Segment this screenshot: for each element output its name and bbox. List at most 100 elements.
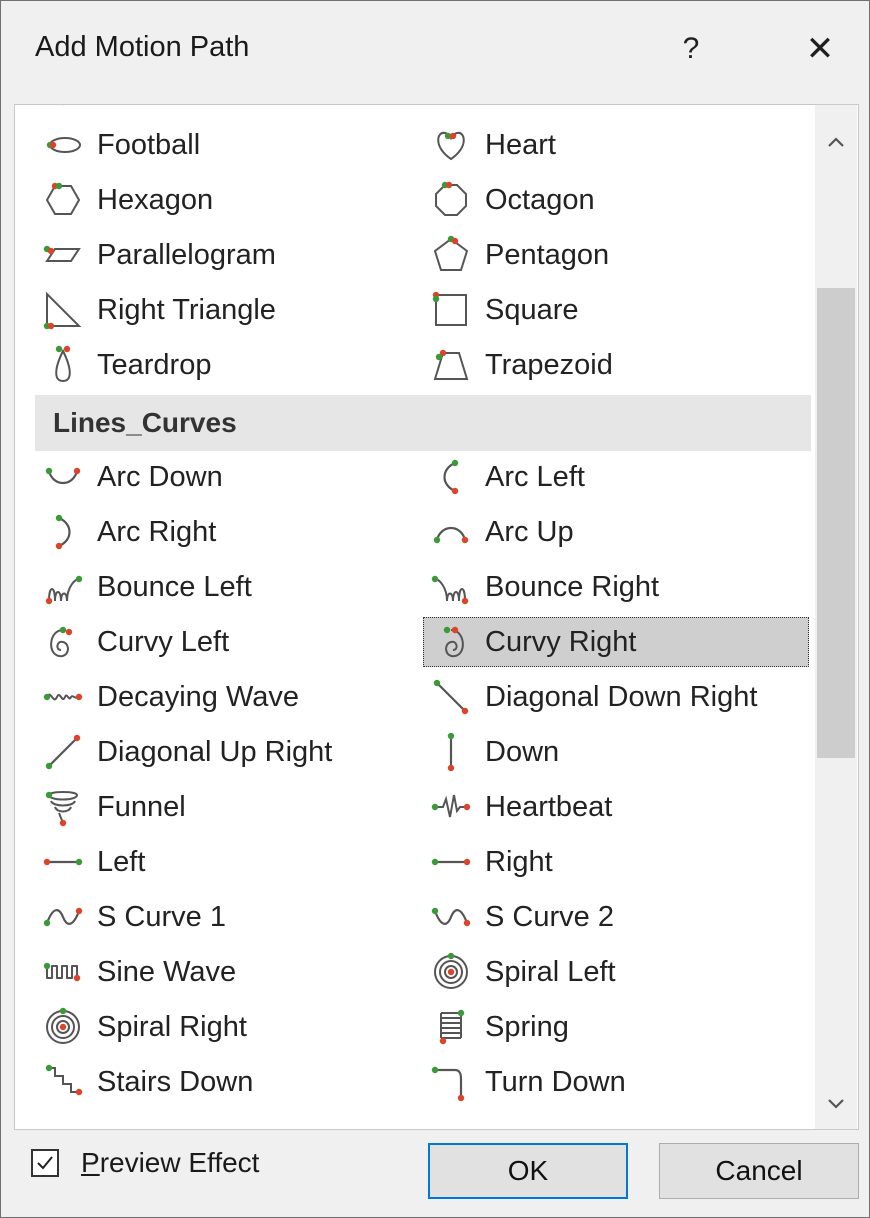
list-item-football[interactable]: Football <box>35 120 405 170</box>
list-item-right[interactable]: Right <box>423 837 809 887</box>
sine-wave-icon <box>41 950 85 994</box>
parallelogram-path-icon <box>41 233 85 277</box>
list-item-label: Spiral Left <box>485 955 616 988</box>
heartbeat-icon <box>429 785 473 829</box>
list-item-sine-wave[interactable]: Sine Wave <box>35 947 405 997</box>
list-item-spring[interactable]: Spring <box>423 1002 809 1052</box>
list-item-parallelogram[interactable]: Parallelogram <box>35 230 405 280</box>
list-item-label: Football <box>97 128 201 161</box>
list-row: Curvy Left Curvy Right <box>15 615 815 670</box>
list-item-turn-down[interactable]: Turn Down <box>423 1057 809 1107</box>
list-item-down[interactable]: Down <box>423 727 809 777</box>
list-item-spiral-left[interactable]: Spiral Left <box>423 947 809 997</box>
list-item-diagonal-down-right[interactable]: Diagonal Down Right <box>423 672 809 722</box>
pentagon-path-icon <box>429 233 473 277</box>
list-item-square[interactable]: Square <box>423 285 809 335</box>
list-item-decaying-wave[interactable]: Decaying Wave <box>35 672 405 722</box>
list-item-teardrop[interactable]: Teardrop <box>35 340 405 390</box>
list-row: Diagonal Up Right Down <box>15 725 815 780</box>
list-item-hexagon[interactable]: Hexagon <box>35 175 405 225</box>
list-item-label: Spiral Right <box>97 1010 247 1043</box>
stairs-down-icon <box>41 1060 85 1104</box>
list-item-arc-up[interactable]: Arc Up <box>423 507 809 557</box>
list-item-octagon[interactable]: Octagon <box>423 175 809 225</box>
list-item-bounce-right[interactable]: Bounce Right <box>423 562 809 612</box>
title-bar: Add Motion Path ? ✕ <box>1 1 869 97</box>
list-item-stairs-down[interactable]: Stairs Down <box>35 1057 405 1107</box>
right-line-icon <box>429 840 473 884</box>
teardrop-path-icon <box>41 343 85 387</box>
list-item-label: Diagonal Down Right <box>485 680 758 713</box>
list-row: Left Right <box>15 835 815 890</box>
diagonal-down-right-icon <box>429 675 473 719</box>
list-item-label: Right <box>485 845 553 878</box>
list-item-trapezoid[interactable]: Trapezoid <box>423 340 809 390</box>
list-item-pentagon[interactable]: Pentagon <box>423 230 809 280</box>
list-row: Arc Right Arc Up <box>15 505 815 560</box>
list-item-equal-triangle[interactable]: Equal Triangle <box>423 105 809 115</box>
list-item-spiral-right[interactable]: Spiral Right <box>35 1002 405 1052</box>
ok-button[interactable]: OK <box>428 1143 628 1199</box>
list-item-curvy-right[interactable]: Curvy Right <box>423 617 809 667</box>
curvy-left-icon <box>41 620 85 664</box>
arc-down-icon <box>41 455 85 499</box>
funnel-icon <box>41 785 85 829</box>
list-item-diagonal-up-right[interactable]: Diagonal Up Right <box>35 727 405 777</box>
list-item-arc-left[interactable]: Arc Left <box>423 452 809 502</box>
list-item-label: Arc Left <box>485 460 585 493</box>
list-item-right-triangle[interactable]: Right Triangle <box>35 285 405 335</box>
list-item-curvy-left[interactable]: Curvy Left <box>35 617 405 667</box>
list-item-s-curve-2[interactable]: S Curve 2 <box>423 892 809 942</box>
list-item-funnel[interactable]: Funnel <box>35 782 405 832</box>
left-line-icon <box>41 840 85 884</box>
list-item-label: Spring <box>485 1010 569 1043</box>
decaying-wave-icon <box>41 675 85 719</box>
scroll-up-icon[interactable] <box>815 123 857 163</box>
scroll-thumb[interactable] <box>817 288 855 758</box>
list-item-label: Arc Down <box>97 460 223 493</box>
vertical-scrollbar[interactable] <box>815 105 857 1129</box>
s-curve-1-icon <box>41 895 85 939</box>
preview-effect-checkbox[interactable]: Preview Effect <box>31 1147 259 1179</box>
diagonal-up-right-icon <box>41 730 85 774</box>
list-item-label: Down <box>485 735 560 768</box>
scroll-down-icon[interactable] <box>815 1085 857 1125</box>
list-item-bounce-left[interactable]: Bounce Left <box>35 562 405 612</box>
cancel-button[interactable]: Cancel <box>659 1143 859 1199</box>
list-item-label: Left <box>97 845 146 878</box>
list-item-label: Pentagon <box>485 238 610 271</box>
list-row: Arc Down Arc Left <box>15 450 815 505</box>
list-row: Parallelogram Pentagon <box>15 228 815 283</box>
list-item-s-curve-1[interactable]: S Curve 1 <box>35 892 405 942</box>
list-item-label: Octagon <box>485 183 595 216</box>
list-item-arc-down[interactable]: Arc Down <box>35 452 405 502</box>
list-row: Football Heart <box>15 118 815 173</box>
list-item-label: S Curve 2 <box>485 900 614 933</box>
checkbox-checked-icon[interactable] <box>31 1149 59 1177</box>
curvy-right-icon <box>429 620 473 664</box>
list-item-label: Trapezoid <box>485 348 613 381</box>
list-item-arc-right[interactable]: Arc Right <box>35 507 405 557</box>
square-path-icon <box>429 288 473 332</box>
help-button[interactable]: ? <box>673 29 709 69</box>
list-row: Diamond Equal Triangle <box>15 105 815 118</box>
list-item-heartbeat[interactable]: Heartbeat <box>423 782 809 832</box>
equal-triangle-path-icon <box>429 105 473 112</box>
motion-path-list[interactable]: Diamond Equal Triangle Football Heart Hexago… <box>14 104 859 1130</box>
close-button[interactable]: ✕ <box>797 29 843 69</box>
list-item-label: Turn Down <box>485 1065 626 1098</box>
spring-icon <box>429 1005 473 1049</box>
list-item-label: Heart <box>485 128 556 161</box>
list-row: Spiral Right Spring <box>15 1000 815 1055</box>
list-row: Teardrop Trapezoid <box>15 338 815 393</box>
list-item-diamond[interactable]: Diamond <box>35 105 405 115</box>
list-item-label: Teardrop <box>97 348 212 381</box>
bounce-left-icon <box>41 565 85 609</box>
list-row: Funnel Heartbeat <box>15 780 815 835</box>
list-row: Bounce Left Bounce Right <box>15 560 815 615</box>
list-item-left[interactable]: Left <box>35 837 405 887</box>
list-item-label: Square <box>485 293 579 326</box>
list-item-heart[interactable]: Heart <box>423 120 809 170</box>
heart-path-icon <box>429 123 473 167</box>
bounce-right-icon <box>429 565 473 609</box>
